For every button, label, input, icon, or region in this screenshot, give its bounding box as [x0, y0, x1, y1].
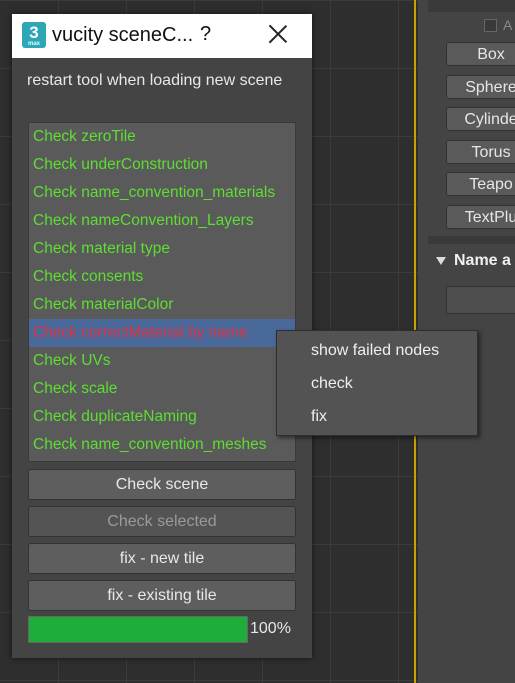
autogrid-checkbox[interactable] [484, 18, 497, 32]
rollout-separator [428, 236, 515, 244]
checks-list[interactable]: Check zeroTile Check underConstruction C… [28, 122, 296, 462]
menu-item-check[interactable]: check [277, 367, 477, 400]
rollout-title: Name a [454, 252, 511, 269]
cylinder-button[interactable]: Cylinde [446, 107, 515, 131]
dialog-title: vucity sceneC... [52, 24, 194, 46]
autogrid-checkbox-row[interactable]: A [484, 16, 512, 34]
check-item-scale[interactable]: Check scale [29, 375, 295, 403]
torus-button[interactable]: Torus [446, 140, 515, 164]
textplus-button[interactable]: TextPlu [446, 205, 515, 229]
check-selected-button[interactable]: Check selected [28, 506, 296, 537]
check-scene-button[interactable]: Check scene [28, 469, 296, 500]
check-item-underconstruction[interactable]: Check underConstruction [29, 151, 295, 179]
app-icon-subtext: max [27, 41, 40, 47]
fix-existing-tile-button[interactable]: fix - existing tile [28, 580, 296, 611]
check-item-consents[interactable]: Check consents [29, 263, 295, 291]
check-item-correctmaterial-by-name[interactable]: Check correctMaterial by name [29, 319, 295, 347]
check-item-name-convention-meshes[interactable]: Check name_convention_meshes [29, 431, 295, 459]
autogrid-label: A [503, 17, 513, 33]
check-item-uvs[interactable]: Check UVs [29, 347, 295, 375]
box-button[interactable]: Box [446, 42, 515, 66]
check-item-zerotile[interactable]: Check zeroTile [29, 123, 295, 151]
dialog-titlebar[interactable]: 3 max vucity sceneC... ? [12, 14, 312, 58]
panel-top-strip [428, 0, 515, 12]
close-icon[interactable] [268, 24, 288, 44]
scene-checker-dialog: 3 max vucity sceneC... ? restart tool wh… [12, 14, 312, 658]
name-rollout-header[interactable]: Name a [428, 246, 515, 276]
help-button[interactable]: ? [200, 23, 211, 46]
name-field[interactable] [446, 286, 515, 314]
restart-notice: restart tool when loading new scene [27, 72, 283, 89]
sphere-button[interactable]: Sphere [446, 75, 515, 99]
check-item-name-convention-materials[interactable]: Check name_convention_materials [29, 179, 295, 207]
check-item-material-type[interactable]: Check material type [29, 235, 295, 263]
fix-new-tile-button[interactable]: fix - new tile [28, 543, 296, 574]
progress-label: 100% [250, 620, 291, 637]
menu-item-show-failed-nodes[interactable]: show failed nodes [277, 334, 477, 367]
context-menu: show failed nodes check fix [276, 330, 478, 436]
progress-fill [29, 617, 247, 642]
teapot-button[interactable]: Teapo [446, 172, 515, 196]
collapse-triangle-icon [436, 256, 446, 265]
check-item-duplicatenaming[interactable]: Check duplicateNaming [29, 403, 295, 431]
app-icon-number: 3 [29, 23, 39, 42]
check-item-nameconvention-layers[interactable]: Check nameConvention_Layers [29, 207, 295, 235]
progress-bar [28, 616, 248, 643]
max-app-icon: 3 max [22, 22, 46, 48]
menu-item-fix[interactable]: fix [277, 400, 477, 433]
check-item-materialcolor[interactable]: Check materialColor [29, 291, 295, 319]
